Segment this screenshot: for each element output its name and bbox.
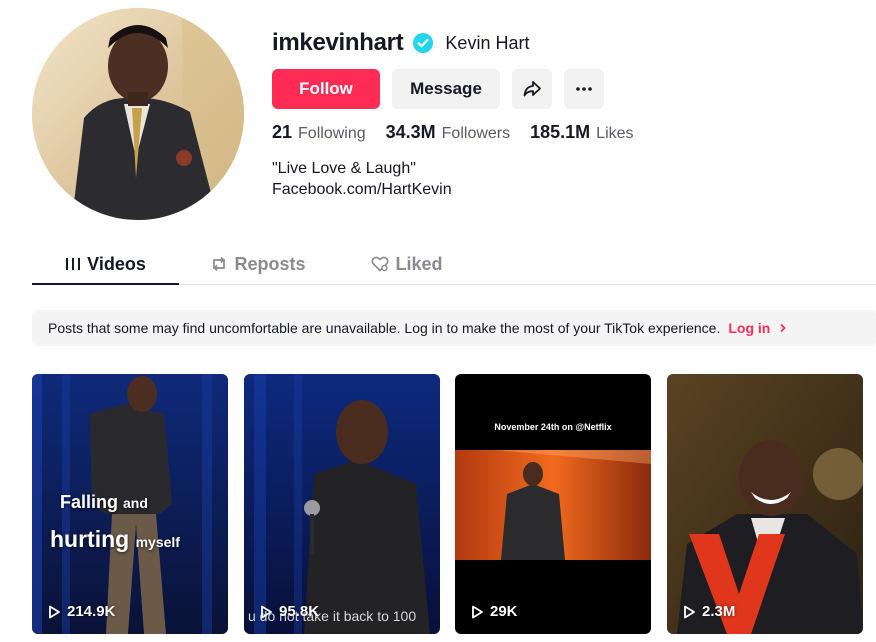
username: imkevinhart [272,29,404,56]
following-label: Following [298,125,366,142]
following-count: 21 [272,122,293,142]
avatar-image [32,8,244,220]
tab-videos[interactable]: Videos [32,244,179,284]
tab-videos-label: Videos [87,253,146,274]
play-icon [472,605,483,618]
followers-count: 34.3M [385,122,436,142]
share-button[interactable] [512,69,552,109]
play-icon [261,605,272,618]
more-icon [576,87,592,91]
profile-stats: 21 Following 34.3M Followers 185.1M Like… [272,122,654,143]
following-stat[interactable]: 21 Following [272,122,366,143]
tab-liked[interactable]: Liked [352,244,462,284]
overlay-word: hurting [50,526,130,552]
grid-icon [66,258,81,270]
video-card[interactable]: Falling and hurting myself 214.9K [32,374,228,634]
notice-text: Posts that some may find uncomfortable a… [48,320,721,336]
view-count: 2.3M [683,603,735,620]
overlay-word: and [123,495,148,511]
tab-liked-label: Liked [395,253,443,274]
more-button[interactable] [564,69,604,109]
overlay-word: myself [135,534,180,550]
login-link[interactable]: Log in [728,320,788,336]
video-thumbnail [455,374,651,634]
video-card[interactable]: November 24th on @Netflix 29K [455,374,651,634]
liked-icon [371,256,390,272]
login-notice: Posts that some may find uncomfortable a… [32,310,876,346]
view-count: 95.8K [260,603,319,620]
tab-reposts-label: Reposts [234,253,306,274]
video-thumbnail [667,374,863,634]
login-link-label: Log in [728,320,771,336]
bio-line: "Live Love & Laugh" [272,160,416,177]
bio-link[interactable]: Facebook.com/HartKevin [272,179,452,200]
active-tab-indicator [32,283,179,285]
followers-label: Followers [441,125,511,142]
video-card[interactable]: 2.3M [667,374,863,634]
chevron-right-icon [780,323,787,333]
likes-label: Likes [596,125,634,142]
share-icon [523,81,541,97]
video-thumbnail [244,374,440,634]
play-icon [684,605,695,618]
overlay-word: Falling [60,492,118,512]
view-count-value: 214.9K [67,603,116,620]
tab-reposts[interactable]: Reposts [198,244,318,284]
view-count-value: 95.8K [279,603,320,620]
likes-stat: 185.1M Likes [530,122,633,143]
follow-button[interactable]: Follow [272,69,380,109]
play-icon [49,605,60,618]
verified-badge-icon [413,33,434,53]
profile-tabs: Videos Reposts Liked [32,244,876,285]
view-count-value: 2.3M [702,603,736,620]
video-card[interactable]: u do not take it back to 100 95.8K [244,374,440,634]
view-count-value: 29K [490,603,518,620]
message-button[interactable]: Message [392,69,500,109]
nickname: Kevin Hart [445,32,530,53]
repost-icon [213,256,226,272]
profile-avatar[interactable] [32,8,244,220]
overlay-text: November 24th on @Netflix [494,422,612,432]
view-count: 29K [471,603,518,620]
followers-stat[interactable]: 34.3M Followers [386,122,511,143]
profile-bio: "Live Love & Laugh" Facebook.com/HartKev… [272,158,452,200]
view-count: 214.9K [48,603,115,620]
likes-count: 185.1M [530,122,591,142]
